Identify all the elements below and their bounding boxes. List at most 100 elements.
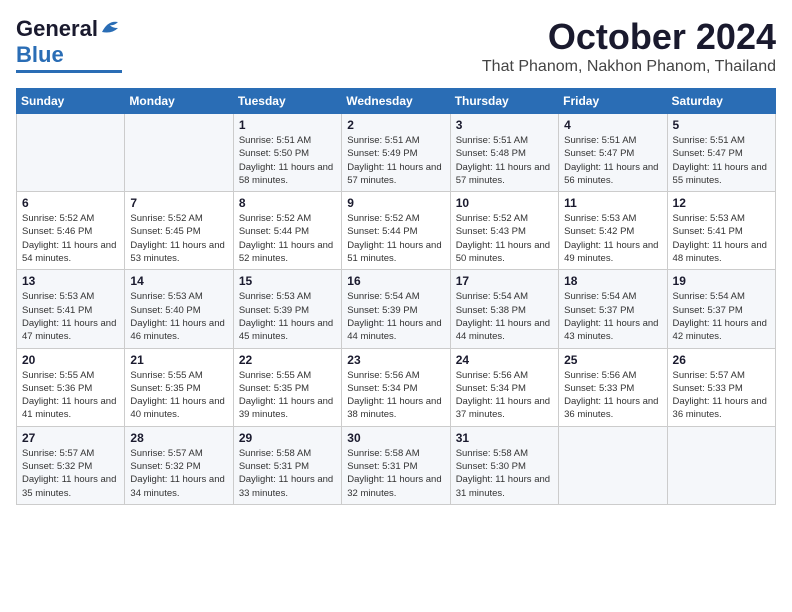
day-info: Sunrise: 5:53 AM Sunset: 5:39 PM Dayligh… [239, 290, 336, 343]
day-number: 3 [456, 118, 553, 132]
logo-underline [16, 70, 122, 73]
day-number: 29 [239, 431, 336, 445]
day-info: Sunrise: 5:51 AM Sunset: 5:49 PM Dayligh… [347, 134, 444, 187]
calendar-cell: 13 Sunrise: 5:53 AM Sunset: 5:41 PM Dayli… [17, 270, 125, 348]
day-number: 12 [673, 196, 770, 210]
day-info: Sunrise: 5:52 AM Sunset: 5:46 PM Dayligh… [22, 212, 119, 265]
title-block: October 2024 That Phanom, Nakhon Phanom,… [482, 16, 776, 76]
day-info: Sunrise: 5:54 AM Sunset: 5:37 PM Dayligh… [564, 290, 661, 343]
day-info: Sunrise: 5:54 AM Sunset: 5:38 PM Dayligh… [456, 290, 553, 343]
day-number: 16 [347, 274, 444, 288]
day-number: 30 [347, 431, 444, 445]
day-number: 23 [347, 353, 444, 367]
day-info: Sunrise: 5:52 AM Sunset: 5:43 PM Dayligh… [456, 212, 553, 265]
calendar-cell: 1 Sunrise: 5:51 AM Sunset: 5:50 PM Daylig… [233, 114, 341, 192]
day-info: Sunrise: 5:56 AM Sunset: 5:34 PM Dayligh… [456, 369, 553, 422]
day-info: Sunrise: 5:56 AM Sunset: 5:33 PM Dayligh… [564, 369, 661, 422]
day-number: 8 [239, 196, 336, 210]
calendar-header: SundayMondayTuesdayWednesdayThursdayFrid… [17, 89, 776, 114]
calendar-cell: 4 Sunrise: 5:51 AM Sunset: 5:47 PM Daylig… [559, 114, 667, 192]
calendar-cell: 27 Sunrise: 5:57 AM Sunset: 5:32 PM Dayli… [17, 426, 125, 504]
calendar-week-2: 6Sunrise: 5:52 AM Sunset: 5:46 PM Daylig… [17, 192, 776, 270]
day-info: Sunrise: 5:54 AM Sunset: 5:39 PM Dayligh… [347, 290, 444, 343]
calendar-cell: 11 Sunrise: 5:53 AM Sunset: 5:42 PM Dayli… [559, 192, 667, 270]
day-info: Sunrise: 5:57 AM Sunset: 5:32 PM Dayligh… [22, 447, 119, 500]
day-number: 22 [239, 353, 336, 367]
calendar-cell: 7 Sunrise: 5:52 AM Sunset: 5:45 PM Daylig… [125, 192, 233, 270]
day-number: 13 [22, 274, 119, 288]
day-info: Sunrise: 5:51 AM Sunset: 5:47 PM Dayligh… [673, 134, 770, 187]
day-number: 18 [564, 274, 661, 288]
day-info: Sunrise: 5:58 AM Sunset: 5:30 PM Dayligh… [456, 447, 553, 500]
day-number: 31 [456, 431, 553, 445]
calendar-cell [559, 426, 667, 504]
day-info: Sunrise: 5:54 AM Sunset: 5:37 PM Dayligh… [673, 290, 770, 343]
day-info: Sunrise: 5:51 AM Sunset: 5:48 PM Dayligh… [456, 134, 553, 187]
calendar-cell: 26 Sunrise: 5:57 AM Sunset: 5:33 PM Dayli… [667, 348, 775, 426]
logo: General Blue [16, 16, 122, 73]
day-number: 1 [239, 118, 336, 132]
day-number: 10 [456, 196, 553, 210]
day-info: Sunrise: 5:52 AM Sunset: 5:44 PM Dayligh… [347, 212, 444, 265]
day-number: 14 [130, 274, 227, 288]
day-info: Sunrise: 5:53 AM Sunset: 5:42 PM Dayligh… [564, 212, 661, 265]
day-info: Sunrise: 5:53 AM Sunset: 5:41 PM Dayligh… [22, 290, 119, 343]
calendar-table: SundayMondayTuesdayWednesdayThursdayFrid… [16, 88, 776, 505]
calendar-body: 1 Sunrise: 5:51 AM Sunset: 5:50 PM Daylig… [17, 114, 776, 505]
calendar-cell [667, 426, 775, 504]
calendar-cell: 29Sunrise: 5:58 AM Sunset: 5:31 PM Dayli… [233, 426, 341, 504]
calendar-week-5: 27 Sunrise: 5:57 AM Sunset: 5:32 PM Dayli… [17, 426, 776, 504]
day-number: 7 [130, 196, 227, 210]
calendar-cell: 3 Sunrise: 5:51 AM Sunset: 5:48 PM Daylig… [450, 114, 558, 192]
calendar-cell: 30 Sunrise: 5:58 AM Sunset: 5:31 PM Dayli… [342, 426, 450, 504]
day-number: 5 [673, 118, 770, 132]
day-info: Sunrise: 5:51 AM Sunset: 5:50 PM Dayligh… [239, 134, 336, 187]
logo-general: General [16, 16, 98, 42]
calendar-week-1: 1 Sunrise: 5:51 AM Sunset: 5:50 PM Daylig… [17, 114, 776, 192]
calendar-cell [125, 114, 233, 192]
weekday-header-tuesday: Tuesday [233, 89, 341, 114]
calendar-cell: 6Sunrise: 5:52 AM Sunset: 5:46 PM Daylig… [17, 192, 125, 270]
calendar-cell: 19 Sunrise: 5:54 AM Sunset: 5:37 PM Dayli… [667, 270, 775, 348]
calendar-cell: 2Sunrise: 5:51 AM Sunset: 5:49 PM Daylig… [342, 114, 450, 192]
calendar-cell: 23 Sunrise: 5:56 AM Sunset: 5:34 PM Dayli… [342, 348, 450, 426]
calendar-cell [17, 114, 125, 192]
day-number: 11 [564, 196, 661, 210]
day-number: 20 [22, 353, 119, 367]
day-number: 21 [130, 353, 227, 367]
calendar-cell: 18 Sunrise: 5:54 AM Sunset: 5:37 PM Dayli… [559, 270, 667, 348]
day-number: 26 [673, 353, 770, 367]
day-info: Sunrise: 5:57 AM Sunset: 5:33 PM Dayligh… [673, 369, 770, 422]
day-info: Sunrise: 5:52 AM Sunset: 5:44 PM Dayligh… [239, 212, 336, 265]
calendar-week-3: 13 Sunrise: 5:53 AM Sunset: 5:41 PM Dayli… [17, 270, 776, 348]
day-info: Sunrise: 5:51 AM Sunset: 5:47 PM Dayligh… [564, 134, 661, 187]
day-number: 24 [456, 353, 553, 367]
calendar-cell: 15Sunrise: 5:53 AM Sunset: 5:39 PM Dayli… [233, 270, 341, 348]
day-number: 4 [564, 118, 661, 132]
page-header: General Blue October 2024 That Phanom, N… [16, 16, 776, 76]
calendar-cell: 5 Sunrise: 5:51 AM Sunset: 5:47 PM Daylig… [667, 114, 775, 192]
day-number: 17 [456, 274, 553, 288]
calendar-cell: 28Sunrise: 5:57 AM Sunset: 5:32 PM Dayli… [125, 426, 233, 504]
day-number: 25 [564, 353, 661, 367]
day-info: Sunrise: 5:56 AM Sunset: 5:34 PM Dayligh… [347, 369, 444, 422]
logo-bird-icon [100, 18, 122, 36]
weekday-header-monday: Monday [125, 89, 233, 114]
weekday-header-sunday: Sunday [17, 89, 125, 114]
weekday-header-thursday: Thursday [450, 89, 558, 114]
weekday-header-friday: Friday [559, 89, 667, 114]
day-info: Sunrise: 5:52 AM Sunset: 5:45 PM Dayligh… [130, 212, 227, 265]
calendar-cell: 12Sunrise: 5:53 AM Sunset: 5:41 PM Dayli… [667, 192, 775, 270]
weekday-header-saturday: Saturday [667, 89, 775, 114]
calendar-week-4: 20Sunrise: 5:55 AM Sunset: 5:36 PM Dayli… [17, 348, 776, 426]
day-info: Sunrise: 5:55 AM Sunset: 5:35 PM Dayligh… [239, 369, 336, 422]
day-number: 9 [347, 196, 444, 210]
day-number: 27 [22, 431, 119, 445]
calendar-cell: 31 Sunrise: 5:58 AM Sunset: 5:30 PM Dayli… [450, 426, 558, 504]
day-number: 19 [673, 274, 770, 288]
day-number: 28 [130, 431, 227, 445]
calendar-cell: 20Sunrise: 5:55 AM Sunset: 5:36 PM Dayli… [17, 348, 125, 426]
weekday-header-row: SundayMondayTuesdayWednesdayThursdayFrid… [17, 89, 776, 114]
logo-blue: Blue [16, 42, 64, 68]
day-info: Sunrise: 5:58 AM Sunset: 5:31 PM Dayligh… [347, 447, 444, 500]
